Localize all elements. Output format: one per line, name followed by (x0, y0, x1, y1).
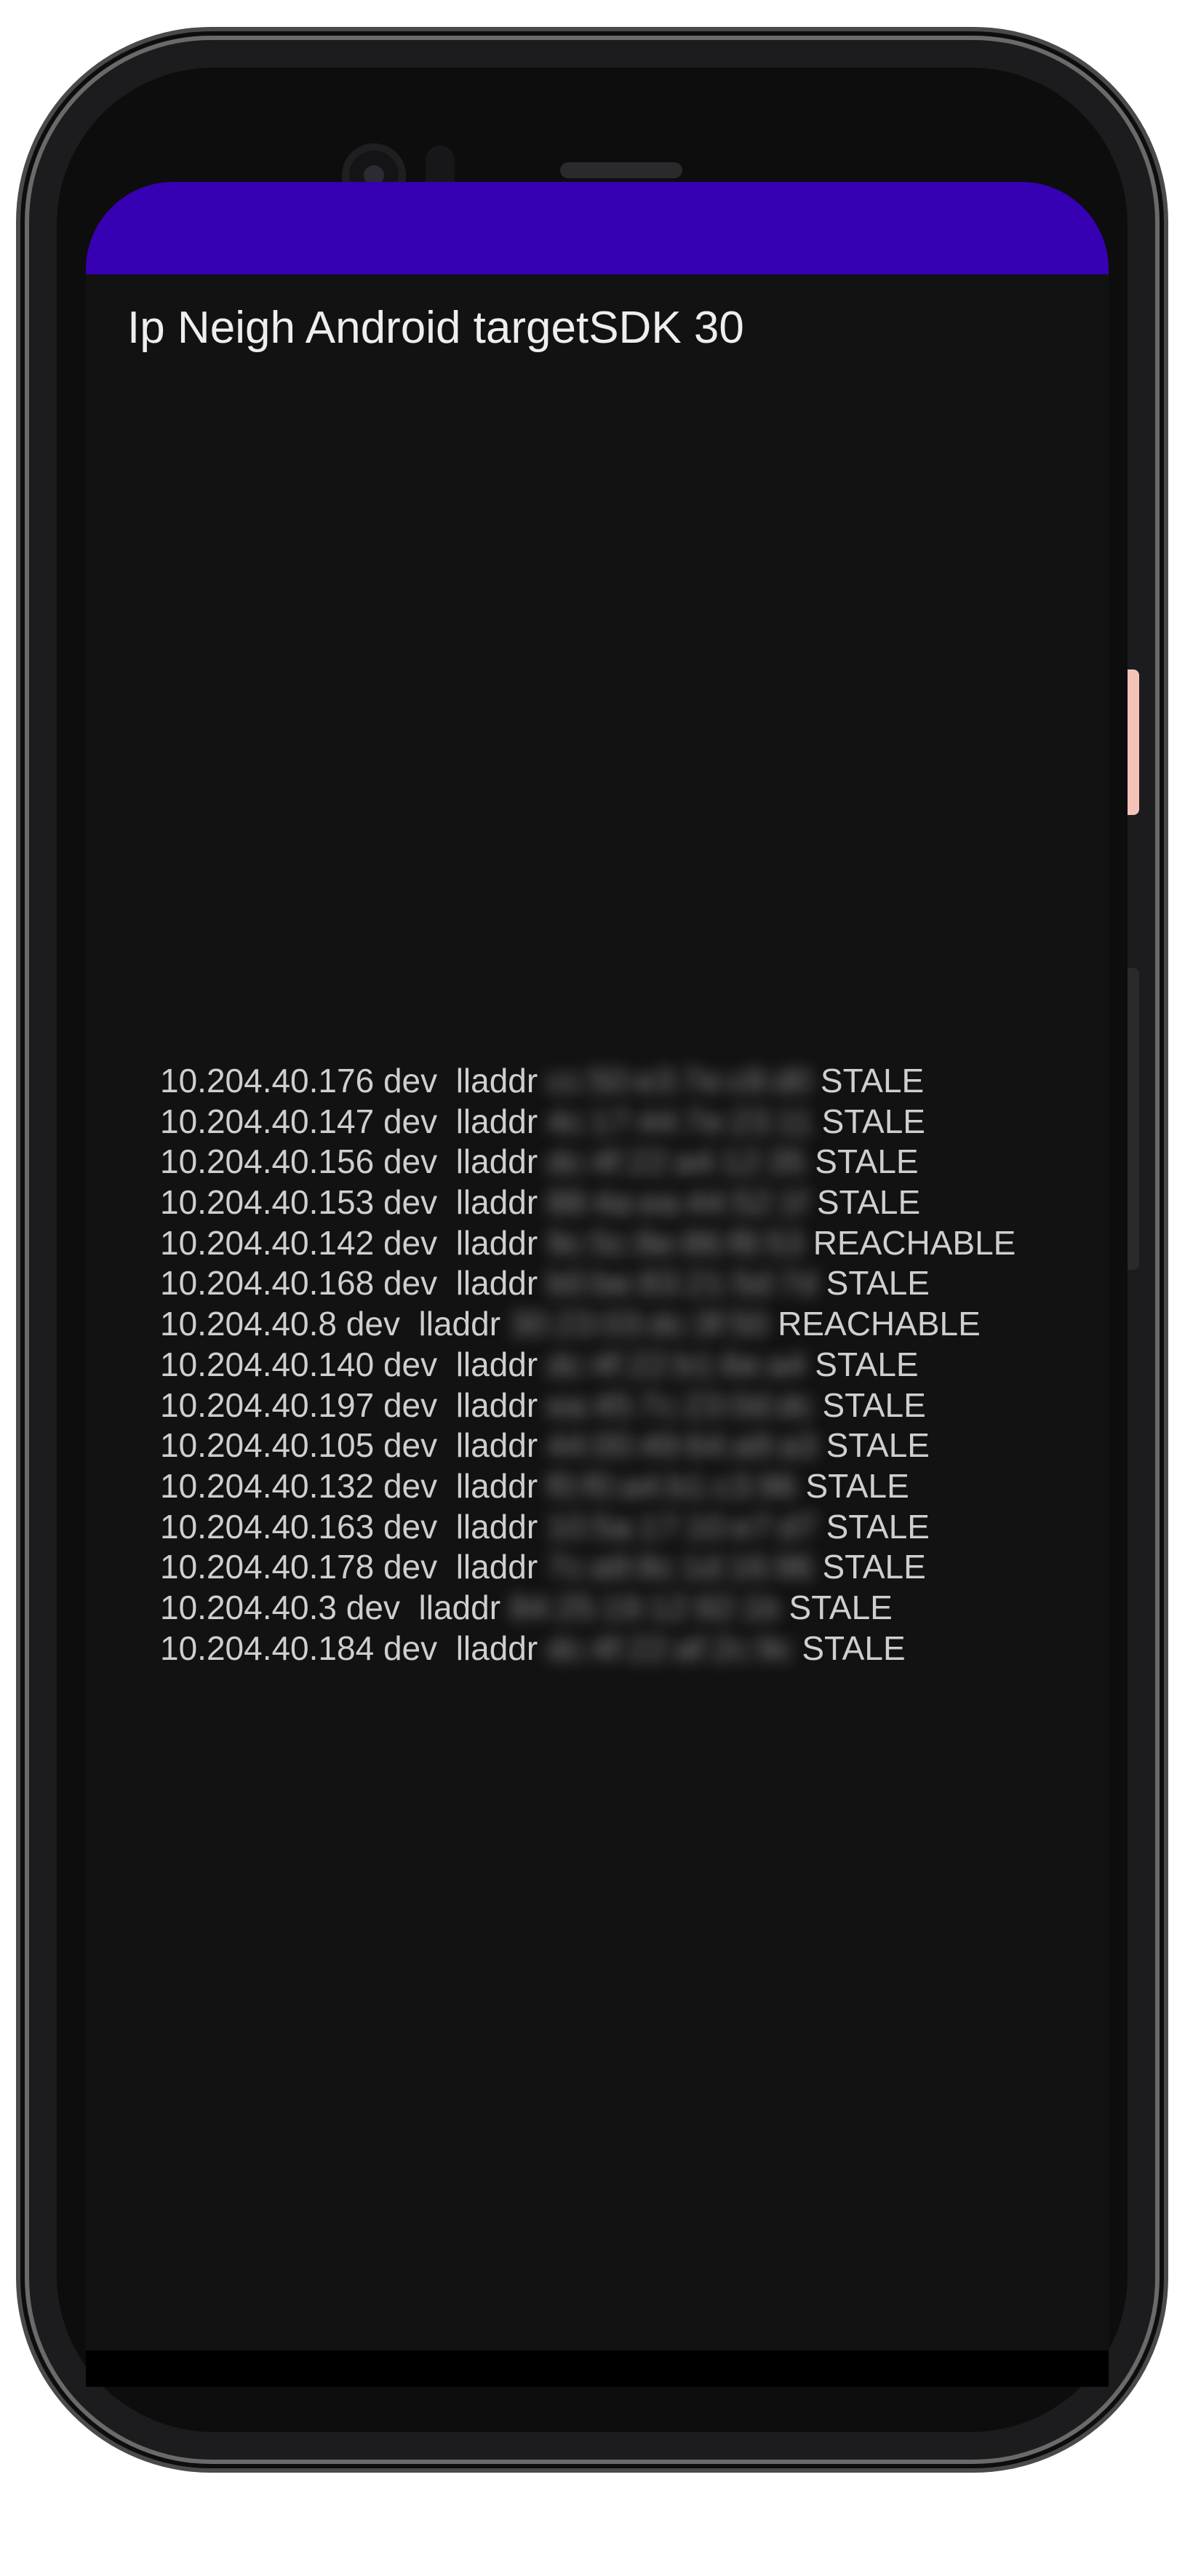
neighbor-dev: dev (383, 1183, 438, 1222)
neighbor-lladdr-label: lladdr (418, 1588, 501, 1626)
neighbor-dev: dev (383, 1223, 438, 1262)
neighbor-mac: 30:23:03:dc:3f:50 (509, 1305, 769, 1343)
neighbor-lladdr-label: lladdr (455, 1102, 538, 1140)
neighbor-ip: 10.204.40.178 (160, 1548, 375, 1586)
navigation-bar (86, 2350, 1109, 2387)
neighbor-ip: 10.204.40.3 (160, 1588, 338, 1626)
neighbor-row: 10.204.40.153 dev lladdr 88:4a:ea:44:52:… (160, 1182, 1016, 1223)
neighbor-row: 10.204.40.163 dev lladdr 10:5a:17:10:e7:… (160, 1507, 1016, 1548)
power-button (1128, 669, 1139, 815)
volume-button (1128, 968, 1139, 1270)
neighbor-row: 10.204.40.184 dev lladdr dc:4f:22:af:2c:… (160, 1629, 1016, 1669)
app-title: Ip Neigh Android targetSDK 30 (127, 303, 744, 353)
neighbor-dev: dev (383, 1386, 438, 1424)
neighbor-mac: f0:f0:a4:b1:c3:96 (546, 1466, 797, 1505)
neighbor-ip: 10.204.40.132 (160, 1466, 375, 1505)
neighbor-dev: dev (383, 1507, 438, 1546)
neighbor-lladdr-label: lladdr (455, 1426, 538, 1465)
neighbor-mac: 10:5a:17:10:e7:d7 (546, 1507, 817, 1546)
neighbor-mac: dc:4f:22:b1:6e:a4 (546, 1345, 806, 1383)
neighbor-ip: 10.204.40.142 (160, 1223, 375, 1262)
neighbor-lladdr-label: lladdr (455, 1386, 538, 1424)
neighbor-dev: dev (383, 1426, 438, 1465)
earpiece-speaker (560, 162, 682, 178)
neighbor-ip: 10.204.40.176 (160, 1062, 375, 1100)
neighbor-dev: dev (346, 1588, 400, 1626)
neighbor-dev: dev (383, 1629, 438, 1667)
neighbor-row: 10.204.40.176 dev lladdr cc:50:e3:7e:c8:… (160, 1061, 1016, 1102)
neighbor-ip: 10.204.40.156 (160, 1142, 375, 1181)
neighbor-ip: 10.204.40.168 (160, 1264, 375, 1303)
neighbor-row: 10.204.40.142 dev lladdr 9c:5c:8e:86:f8:… (160, 1223, 1016, 1264)
neighbor-row: 10.204.40.197 dev lladdr ea:45:7c:23:0d:… (160, 1386, 1016, 1426)
neighbor-list: 10.204.40.176 dev lladdr cc:50:e3:7e:c8:… (160, 1061, 1016, 1669)
neighbor-ip: 10.204.40.140 (160, 1345, 375, 1383)
neighbor-mac: dc:4f:22:a4:12:35 (546, 1142, 806, 1181)
neighbor-row: 10.204.40.132 dev lladdr f0:f0:a4:b1:c3:… (160, 1466, 1016, 1507)
neighbor-row: 10.204.40.168 dev lladdr b0:be:83:21:5d:… (160, 1263, 1016, 1304)
neighbor-ip: 10.204.40.105 (160, 1426, 375, 1465)
neighbor-ip: 10.204.40.8 (160, 1305, 338, 1343)
neighbor-state: REACHABLE (813, 1223, 1016, 1262)
status-bar (86, 182, 1109, 274)
neighbor-ip: 10.204.40.184 (160, 1629, 375, 1667)
neighbor-dev: dev (383, 1548, 438, 1586)
neighbor-dev: dev (383, 1102, 438, 1140)
neighbor-row: 10.204.40.178 dev lladdr 7c:a9:8c:1d:16:… (160, 1547, 1016, 1588)
neighbor-state: STALE (815, 1345, 919, 1383)
neighbor-dev: dev (383, 1345, 438, 1383)
neighbor-dev: dev (383, 1466, 438, 1505)
neighbor-state: STALE (805, 1466, 909, 1505)
neighbor-mac: dc:4f:22:af:2c:9c (546, 1629, 793, 1667)
neighbor-row: 10.204.40.105 dev lladdr 44:00:49:64:a9:… (160, 1426, 1016, 1466)
app-bar: Ip Neigh Android targetSDK 30 (86, 274, 1109, 405)
neighbor-state: STALE (815, 1142, 919, 1181)
neighbor-ip: 10.204.40.153 (160, 1183, 375, 1222)
neighbor-mac: 84:25:19:12:92:1b (509, 1588, 780, 1626)
neighbor-lladdr-label: lladdr (455, 1183, 538, 1222)
neighbor-state: STALE (826, 1264, 930, 1303)
neighbor-state: STALE (821, 1102, 925, 1140)
neighbor-state: STALE (816, 1183, 921, 1222)
neighbor-ip: 10.204.40.163 (160, 1507, 375, 1546)
neighbor-ip: 10.204.40.197 (160, 1386, 375, 1424)
neighbor-mac: b0:be:83:21:5d:7d (546, 1264, 817, 1303)
neighbor-mac: 9c:5c:8e:86:f8:53 (546, 1223, 804, 1262)
neighbor-row: 10.204.40.3 dev lladdr 84:25:19:12:92:1b… (160, 1588, 1016, 1629)
neighbor-state: STALE (822, 1386, 926, 1424)
neighbor-lladdr-label: lladdr (455, 1507, 538, 1546)
neighbor-state: STALE (789, 1588, 893, 1626)
neighbor-lladdr-label: lladdr (455, 1548, 538, 1586)
neighbor-state: STALE (826, 1507, 930, 1546)
neighbor-state: STALE (822, 1548, 926, 1586)
neighbor-state: STALE (826, 1426, 930, 1465)
neighbor-mac: 7c:a9:8c:1d:16:96 (546, 1548, 813, 1586)
neighbor-mac: 44:00:49:64:a9:a3 (546, 1426, 817, 1465)
neighbor-lladdr-label: lladdr (455, 1062, 538, 1100)
neighbor-dev: dev (383, 1062, 438, 1100)
neighbor-lladdr-label: lladdr (455, 1264, 538, 1303)
neighbor-ip: 10.204.40.147 (160, 1102, 375, 1140)
neighbor-lladdr-label: lladdr (455, 1466, 538, 1505)
neighbor-state: REACHABLE (778, 1305, 981, 1343)
neighbor-row: 10.204.40.147 dev lladdr 4c:17:44:7e:23:… (160, 1102, 1016, 1142)
neighbor-dev: dev (383, 1264, 438, 1303)
neighbor-mac: 4c:17:44:7e:23:11 (546, 1102, 813, 1140)
neighbor-lladdr-label: lladdr (418, 1305, 501, 1343)
neighbor-dev: dev (346, 1305, 400, 1343)
neighbor-mac: 88:4a:ea:44:52:1f (546, 1183, 808, 1222)
neighbor-dev: dev (383, 1142, 438, 1181)
neighbor-lladdr-label: lladdr (455, 1142, 538, 1181)
device-screen: Ip Neigh Android targetSDK 30 10.204.40.… (86, 182, 1109, 2350)
neighbor-mac: cc:50:e3:7e:c8:d0 (546, 1062, 812, 1100)
neighbor-state: STALE (820, 1062, 925, 1100)
neighbor-lladdr-label: lladdr (455, 1223, 538, 1262)
neighbor-row: 10.204.40.156 dev lladdr dc:4f:22:a4:12:… (160, 1142, 1016, 1182)
neighbor-row: 10.204.40.140 dev lladdr dc:4f:22:b1:6e:… (160, 1345, 1016, 1386)
neighbor-state: STALE (802, 1629, 906, 1667)
neighbor-row: 10.204.40.8 dev lladdr 30:23:03:dc:3f:50… (160, 1304, 1016, 1345)
neighbor-lladdr-label: lladdr (455, 1629, 538, 1667)
neighbor-mac: ea:45:7c:23:0d:dc (546, 1386, 813, 1424)
neighbor-lladdr-label: lladdr (455, 1345, 538, 1383)
